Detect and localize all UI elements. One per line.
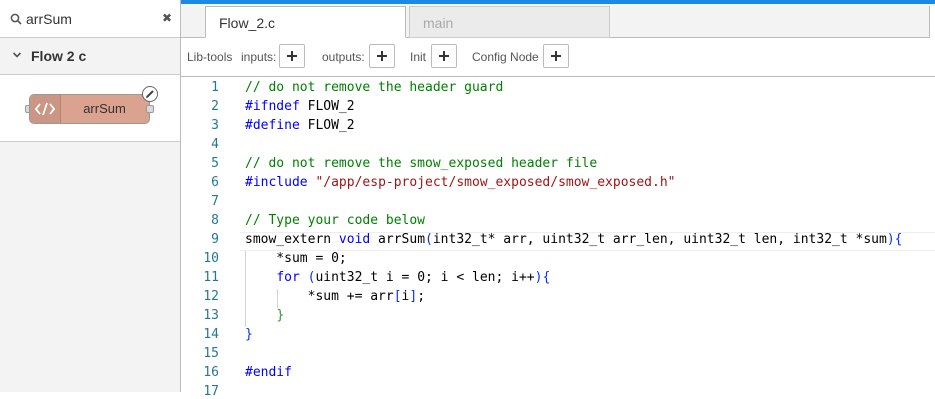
palette-node-label: arrSum — [83, 101, 126, 116]
search-icon — [10, 13, 22, 25]
code-line[interactable]: #include "/app/esp-project/smow_exposed/… — [245, 175, 675, 190]
add-output-button[interactable] — [369, 44, 395, 68]
line-number: 14 — [203, 327, 219, 342]
code-line[interactable]: } — [245, 327, 253, 342]
palette-panel: ✖ Flow 2 c arrSum — [0, 0, 181, 392]
line-number: 13 — [203, 308, 219, 323]
palette-category-title: Flow 2 c — [31, 48, 87, 64]
tab-bar-edge — [929, 6, 935, 38]
lib-tools-label: Lib-tools — [187, 50, 233, 64]
outputs-label: outputs: — [322, 50, 365, 64]
palette-search: ✖ — [0, 0, 180, 38]
init-label: Init — [410, 50, 427, 64]
code-line[interactable]: #endif — [245, 365, 292, 380]
code-line[interactable]: smow_extern void arrSum(int32_t* arr, ui… — [245, 232, 902, 247]
inputs-label: inputs: — [241, 50, 277, 64]
code-line[interactable]: #ifndef FLOW_2 — [245, 99, 355, 114]
line-number: 8 — [211, 213, 219, 228]
line-number: 3 — [211, 118, 219, 133]
tab-label: Flow_2.c — [219, 15, 276, 31]
clear-search-icon[interactable]: ✖ — [162, 11, 172, 25]
edit-pencil-icon[interactable] — [142, 86, 158, 102]
code-icon — [30, 95, 61, 123]
config-node-label: Config Node — [472, 50, 539, 64]
line-number: 1 — [211, 80, 219, 95]
palette-category-header[interactable]: Flow 2 c — [0, 39, 180, 75]
line-number: 9 — [211, 232, 219, 247]
line-number: 12 — [203, 289, 219, 304]
line-number: 11 — [203, 270, 219, 285]
node-toolbar: Lib-tools inputs: outputs: Init Config N… — [181, 38, 935, 77]
code-line[interactable]: for (uint32_t i = 0; i < len; i++){ — [245, 270, 550, 285]
code-line[interactable]: *sum = 0; — [245, 251, 346, 266]
chevron-down-icon — [12, 52, 22, 58]
tab-label: main — [423, 15, 454, 31]
palette-node-arrsum[interactable]: arrSum — [29, 94, 150, 124]
line-number: 5 — [211, 156, 219, 171]
indent-guide — [245, 251, 246, 327]
line-number: 6 — [211, 175, 219, 190]
tab-main[interactable]: main — [409, 6, 610, 38]
code-editor[interactable]: 1 2 3 4 5 6 7 8 9 10 11 12 13 14 15 16 17 // do not remo… — [181, 78, 935, 399]
code-line[interactable]: // do not remove the smow_exposed header… — [245, 156, 597, 171]
code-line[interactable]: // Type your code below — [245, 213, 425, 228]
add-init-button[interactable] — [431, 44, 457, 68]
code-line[interactable]: // do not remove the header guard — [245, 80, 503, 95]
line-number: 7 — [211, 194, 219, 209]
node-output-port — [146, 105, 154, 113]
palette-node-list: arrSum — [0, 75, 180, 142]
code-line[interactable]: #define FLOW_2 — [245, 118, 355, 133]
tab-flow-2-c[interactable]: Flow_2.c — [205, 6, 406, 38]
line-number-gutter: 1 2 3 4 5 6 7 8 9 10 11 12 13 14 15 16 17 — [181, 78, 228, 399]
code-line[interactable]: *sum += arr[i]; — [245, 289, 425, 304]
line-number: 2 — [211, 99, 219, 114]
search-input[interactable] — [26, 9, 156, 29]
code-line[interactable]: } — [245, 308, 284, 323]
line-number: 15 — [203, 346, 219, 361]
line-number: 16 — [203, 365, 219, 380]
accent-bar — [181, 0, 935, 4]
line-number: 10 — [203, 251, 219, 266]
line-number: 4 — [211, 137, 219, 152]
add-config-node-button[interactable] — [543, 44, 569, 68]
editor-tab-bar: Flow_2.c main — [181, 0, 935, 38]
add-input-button[interactable] — [279, 44, 305, 68]
indent-guide — [277, 289, 278, 308]
